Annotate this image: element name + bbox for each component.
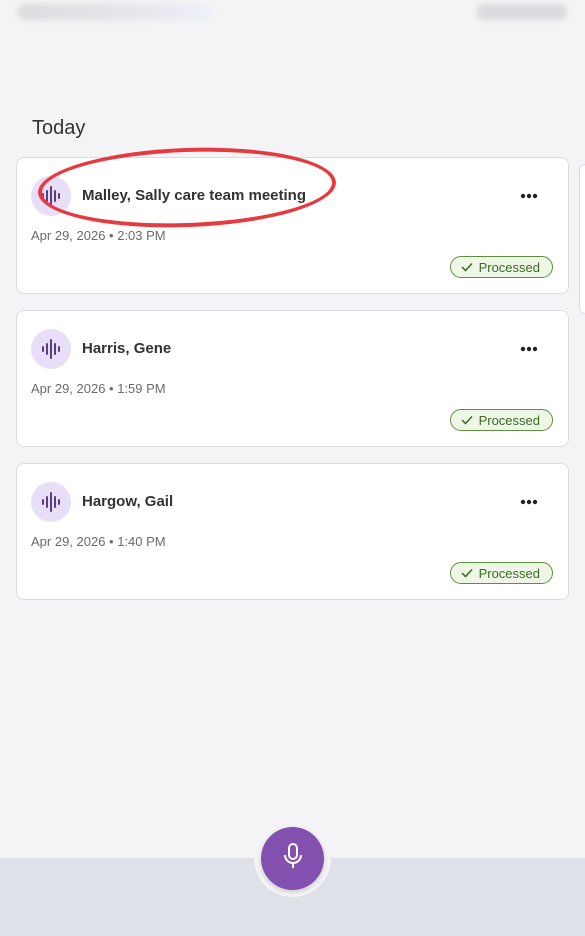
status-label: Processed bbox=[478, 259, 540, 275]
microphone-icon bbox=[282, 842, 304, 875]
recording-datetime: Apr 29, 2026 • 1:40 PM bbox=[31, 534, 166, 549]
recording-card[interactable]: Harris, Gene Apr 29, 2026 • 1:59 PM Proc… bbox=[16, 310, 569, 447]
status-label: Processed bbox=[478, 412, 540, 428]
section-title: Today bbox=[32, 117, 86, 139]
check-icon bbox=[461, 566, 473, 581]
status-bar-right-blurred bbox=[477, 4, 567, 20]
recording-card[interactable]: Hargow, Gail Apr 29, 2026 • 1:40 PM Proc… bbox=[16, 463, 569, 600]
record-button[interactable] bbox=[261, 827, 324, 890]
more-options-icon[interactable] bbox=[516, 490, 542, 514]
status-badge: Processed bbox=[449, 256, 553, 278]
more-options-icon[interactable] bbox=[516, 337, 542, 361]
status-bar-left-blurred bbox=[18, 4, 213, 20]
recording-title: Hargow, Gail bbox=[82, 493, 174, 510]
recording-card[interactable]: Malley, Sally care team meeting Apr 29, … bbox=[16, 157, 569, 294]
status-badge: Processed bbox=[449, 562, 553, 584]
waveform-icon bbox=[31, 329, 71, 369]
status-bar bbox=[0, 0, 585, 26]
check-icon bbox=[461, 260, 473, 275]
recording-datetime: Apr 29, 2026 • 2:03 PM bbox=[31, 228, 166, 243]
status-label: Processed bbox=[478, 565, 540, 581]
recording-title: Harris, Gene bbox=[82, 340, 172, 357]
recording-title: Malley, Sally care team meeting bbox=[82, 187, 306, 204]
check-icon bbox=[461, 413, 473, 428]
waveform-icon bbox=[31, 482, 71, 522]
recording-datetime: Apr 29, 2026 • 1:59 PM bbox=[31, 381, 166, 396]
more-options-icon[interactable] bbox=[516, 184, 542, 208]
waveform-icon bbox=[31, 176, 71, 216]
side-panel-edge bbox=[579, 164, 585, 314]
status-badge: Processed bbox=[449, 409, 553, 431]
